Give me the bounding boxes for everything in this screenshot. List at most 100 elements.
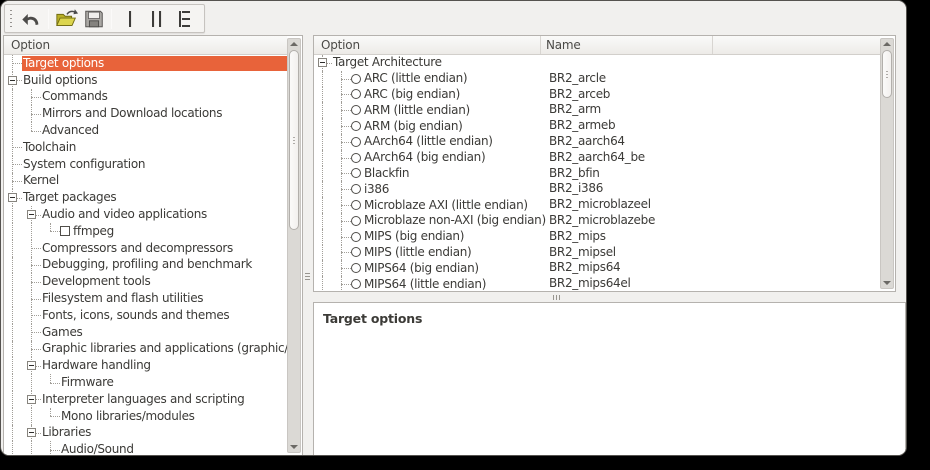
split-view-button[interactable] (143, 6, 170, 32)
scroll-up-icon[interactable] (883, 42, 891, 46)
tree-item[interactable]: Microblaze AXI (little endian)BR2_microb… (319, 197, 880, 213)
tree-item[interactable]: Debugging, profiling and benchmark (9, 257, 287, 274)
tree-item[interactable]: ARM (big endian)BR2_armeb (319, 118, 880, 134)
scrollbar-thumb[interactable] (289, 50, 299, 230)
tree-item[interactable]: Advanced (9, 122, 287, 139)
radio-icon[interactable] (351, 105, 361, 115)
tree-connector (338, 245, 351, 261)
right-vertical-scrollbar[interactable] (880, 38, 894, 289)
tree-item[interactable]: Kernel (9, 173, 287, 190)
tree-item-label: Debugging, profiling and benchmark (41, 257, 287, 272)
tree-item[interactable]: AArch64 (big endian)BR2_aarch64_be (319, 150, 880, 166)
right-header-option[interactable]: Option (314, 36, 541, 54)
tree-item[interactable]: AArch64 (little endian)BR2_aarch64 (319, 134, 880, 150)
tree-guide (319, 181, 338, 197)
tree-item[interactable]: ARM (little endian)BR2_arm (319, 102, 880, 118)
tree-item[interactable]: MIPS64 (little endian)BR2_mips64el (319, 276, 880, 291)
radio-icon[interactable] (351, 216, 361, 226)
tree-item[interactable]: Mono libraries/modules (9, 408, 287, 425)
tree-item[interactable]: Development tools (9, 273, 287, 290)
open-folder-icon (55, 7, 79, 31)
tree-item[interactable]: MIPS64 (big endian)BR2_mips64 (319, 260, 880, 276)
tree-item[interactable]: Audio and video applications (9, 206, 287, 223)
checkbox-icon[interactable] (60, 226, 70, 236)
radio-icon[interactable] (351, 200, 361, 210)
tree-item[interactable]: ARC (little endian)BR2_arcle (319, 71, 880, 87)
full-view-button[interactable] (170, 6, 197, 32)
tree-item-label: Toolchain (22, 140, 287, 155)
radio-icon[interactable] (351, 74, 361, 84)
left-panel-header[interactable]: Option (4, 36, 287, 55)
radio-icon[interactable] (351, 232, 361, 242)
scrollbar-thumb[interactable] (882, 50, 892, 98)
radio-icon[interactable] (351, 279, 361, 289)
screenshot-stage: Option Target optionsBuild optionsComman… (0, 0, 930, 470)
right-panel-header[interactable]: Option Name (314, 36, 880, 55)
tree-guide (9, 341, 28, 358)
save-button[interactable] (80, 6, 107, 32)
tree-item[interactable]: Microblaze non-AXI (big endian)BR2_micro… (319, 213, 880, 229)
tree-item[interactable]: Target packages (9, 189, 287, 206)
radio-icon[interactable] (351, 137, 361, 147)
horizontal-splitter[interactable] (313, 292, 906, 302)
tree-item-label: Graphic libraries and applications (grap… (41, 341, 287, 356)
tree-item-label: Interpreter languages and scripting (41, 392, 287, 407)
tree-item[interactable]: Filesystem and flash utilities (9, 290, 287, 307)
undo-button[interactable] (17, 6, 44, 32)
vertical-splitter[interactable] (302, 35, 313, 456)
toolbar-separator (111, 9, 112, 29)
toolbar-drag-handle[interactable] (9, 10, 13, 28)
symbol-name: BR2_arcle (549, 71, 606, 87)
expander-collapse-icon[interactable] (27, 395, 36, 404)
expander-collapse-icon[interactable] (318, 58, 327, 67)
tree-item[interactable]: System configuration (9, 156, 287, 173)
expander-collapse-icon[interactable] (27, 361, 36, 370)
expander-collapse-icon[interactable] (8, 76, 17, 85)
open-button[interactable] (53, 6, 80, 32)
tree-item[interactable]: Audio/Sound (9, 441, 287, 455)
right-header-name[interactable]: Name (541, 36, 713, 54)
tree-item[interactable]: Compressors and decompressors (9, 240, 287, 257)
left-header-option[interactable]: Option (4, 36, 287, 54)
tree-item[interactable]: Build options (9, 72, 287, 89)
tree-item[interactable]: Games (9, 324, 287, 341)
scroll-down-icon[interactable] (290, 445, 298, 449)
radio-icon[interactable] (351, 153, 361, 163)
tree-item[interactable]: MIPS (big endian)BR2_mips (319, 229, 880, 245)
radio-icon[interactable] (351, 263, 361, 273)
tree-item[interactable]: ffmpeg (9, 223, 287, 240)
expander-collapse-icon[interactable] (8, 193, 17, 202)
tree-item[interactable]: MIPS (little endian)BR2_mipsel (319, 245, 880, 261)
radio-icon[interactable] (351, 121, 361, 131)
tree-item[interactable]: Target Architecture (319, 55, 880, 71)
expander-collapse-icon[interactable] (27, 428, 36, 437)
radio-icon[interactable] (351, 184, 361, 194)
single-view-button[interactable] (116, 6, 143, 32)
scroll-up-icon[interactable] (290, 42, 298, 46)
tree-connector (28, 273, 41, 290)
tree-item[interactable]: Interpreter languages and scripting (9, 391, 287, 408)
tree-item-label: Advanced (41, 123, 287, 138)
tree-connector (47, 441, 60, 455)
tree-item[interactable]: Graphic libraries and applications (grap… (9, 341, 287, 358)
radio-icon[interactable] (351, 89, 361, 99)
tree-item[interactable]: Fonts, icons, sounds and themes (9, 307, 287, 324)
radio-icon[interactable] (351, 247, 361, 257)
tree-item[interactable]: Toolchain (9, 139, 287, 156)
tree-item[interactable]: BlackfinBR2_bfin (319, 166, 880, 182)
tree-item-label: Blackfin (363, 166, 412, 181)
tree-item[interactable]: Hardware handling (9, 357, 287, 374)
tree-item[interactable]: ARC (big endian)BR2_arceb (319, 87, 880, 103)
tree-item[interactable]: Libraries (9, 425, 287, 442)
expander-collapse-icon[interactable] (27, 210, 36, 219)
tree-item[interactable]: i386BR2_i386 (319, 181, 880, 197)
radio-icon[interactable] (351, 168, 361, 178)
left-vertical-scrollbar[interactable] (287, 38, 301, 453)
tree-item[interactable]: Commands (9, 89, 287, 106)
tree-item[interactable]: Firmware (9, 374, 287, 391)
tree-item[interactable]: Mirrors and Download locations (9, 105, 287, 122)
tree-item-label: Target Architecture (332, 55, 445, 70)
scroll-down-icon[interactable] (883, 281, 891, 285)
tree-item[interactable]: Target options (9, 55, 287, 72)
tree-connector (9, 156, 22, 173)
